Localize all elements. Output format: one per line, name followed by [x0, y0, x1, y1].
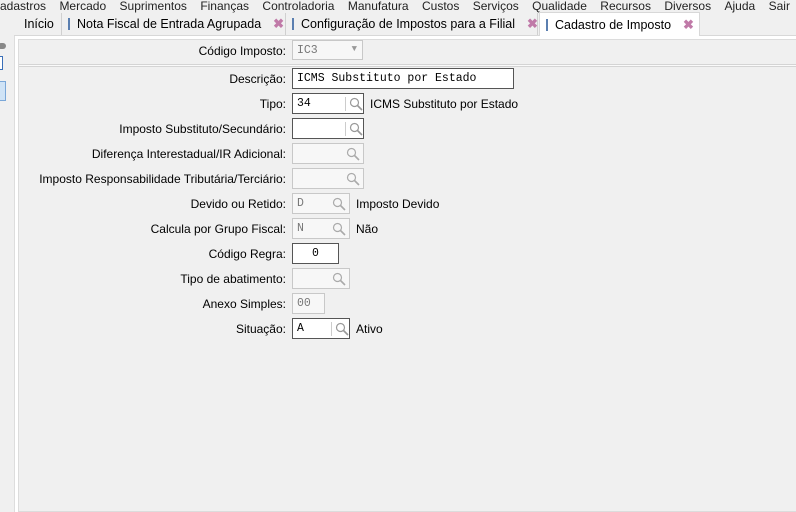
descricao-label: Descrição: [229, 72, 286, 86]
anexo-label: Anexo Simples: [202, 297, 286, 311]
menu-qualidade[interactable]: Qualidade [532, 0, 587, 12]
codigo-value: IC3 [297, 44, 318, 57]
abatimento-label: Tipo de abatimento: [180, 272, 286, 286]
tab-cadastro-imposto[interactable]: Cadastro de Imposto ✖ [539, 12, 700, 36]
search-icon[interactable] [346, 172, 360, 186]
codigo-regra-input[interactable]: 0 [292, 243, 339, 264]
menu-suprimentos[interactable]: Suprimentos [120, 0, 187, 12]
anexo-simples-input[interactable]: 00 [292, 293, 325, 314]
tipo-input[interactable]: 34 [292, 93, 364, 114]
menu-bar: adastros Mercado Suprimentos Finanças Contro… [0, 0, 790, 12]
search-icon[interactable] [331, 322, 349, 336]
situacao-description: Ativo [356, 322, 383, 336]
search-icon[interactable] [345, 97, 363, 111]
diferenca-label: Diferença Interestadual/IR Adicional: [91, 147, 286, 161]
row-diferenca: Diferença Interestadual/IR Adicional: [0, 143, 796, 165]
form-icon [68, 18, 70, 30]
menu-controladoria[interactable]: Controladoria [262, 0, 334, 12]
row-calcula: Calcula por Grupo Fiscal: N Não [0, 218, 796, 240]
devido-input[interactable]: D [292, 193, 350, 214]
row-devido: Devido ou Retido: D Imposto Devido [0, 193, 796, 215]
row-regra: Código Regra: 0 [0, 243, 796, 265]
regra-label: Código Regra: [208, 247, 286, 261]
devido-label: Devido ou Retido: [190, 197, 286, 211]
abatimento-input[interactable] [292, 268, 350, 289]
menu-diversos[interactable]: Diversos [664, 0, 711, 12]
row-substituto: Imposto Substituto/Secundário: [0, 118, 796, 140]
form-icon [546, 18, 548, 31]
descricao-value: ICMS Substituto por Estado [297, 72, 477, 85]
situacao-label: Situação: [235, 322, 286, 336]
responsabilidade-input[interactable] [292, 168, 364, 189]
search-icon[interactable] [345, 122, 363, 136]
row-codigo: Código Imposto: IC3 ▼ [0, 40, 796, 62]
codigo-label: Código Imposto: [198, 44, 286, 58]
row-tipo: Tipo: 34 ICMS Substituto por Estado [0, 93, 796, 115]
menu-mercado[interactable]: Mercado [59, 0, 106, 12]
menu-recursos[interactable]: Recursos [600, 0, 651, 12]
calcula-description: Não [356, 222, 379, 236]
tab-label: Nota Fiscal de Entrada Agrupada [77, 17, 262, 31]
search-icon[interactable] [346, 147, 360, 161]
tab-label: Início [24, 17, 54, 31]
substituto-input[interactable] [292, 118, 364, 139]
calcula-value: N [297, 222, 304, 235]
row-responsabilidade: Imposto Responsabilidade Tributária/Terc… [0, 168, 796, 190]
tab-configuracao-impostos[interactable]: Configuração de Impostos para a Filial ✖ [286, 13, 538, 35]
search-icon[interactable] [332, 222, 346, 236]
menu-cadastros[interactable]: adastros [0, 0, 46, 12]
substituto-label: Imposto Substituto/Secundário: [119, 122, 286, 136]
regra-value: 0 [312, 247, 319, 260]
menu-sair[interactable]: Sair [769, 0, 790, 12]
tab-nota-fiscal[interactable]: Nota Fiscal de Entrada Agrupada ✖ [62, 13, 286, 35]
tipo-description: ICMS Substituto por Estado [370, 97, 519, 111]
dropdown-arrow-icon: ▼ [351, 44, 357, 54]
devido-description: Imposto Devido [356, 197, 440, 211]
row-situacao: Situação: A Ativo [0, 318, 796, 340]
codigo-imposto-select[interactable]: IC3 ▼ [292, 40, 363, 60]
form-icon [292, 18, 294, 30]
menu-custos[interactable]: Custos [422, 0, 459, 12]
close-icon[interactable]: ✖ [527, 16, 538, 32]
menu-servicos[interactable]: Serviços [473, 0, 519, 12]
situacao-value: A [297, 322, 304, 335]
search-icon[interactable] [332, 197, 346, 211]
anexo-value: 00 [297, 297, 311, 310]
descricao-input[interactable]: ICMS Substituto por Estado [292, 68, 514, 89]
close-icon[interactable]: ✖ [273, 16, 284, 32]
search-icon[interactable] [332, 272, 346, 286]
calcula-input[interactable]: N [292, 218, 350, 239]
tipo-value: 34 [297, 97, 311, 110]
responsabilidade-label: Imposto Responsabilidade Tributária/Terc… [39, 172, 286, 186]
diferenca-input[interactable] [292, 143, 364, 164]
row-descricao: Descrição: ICMS Substituto por Estado [0, 68, 796, 90]
tab-bar: Início Nota Fiscal de Entrada Agrupada ✖ … [14, 12, 796, 36]
tipo-label: Tipo: [259, 97, 286, 111]
calcula-label: Calcula por Grupo Fiscal: [150, 222, 286, 236]
close-icon[interactable]: ✖ [683, 17, 694, 33]
menu-financas[interactable]: Finanças [200, 0, 249, 12]
menu-ajuda[interactable]: Ajuda [724, 0, 755, 12]
situacao-input[interactable]: A [292, 318, 350, 339]
tab-label: Cadastro de Imposto [555, 17, 672, 32]
tab-label: Configuração de Impostos para a Filial [301, 17, 516, 31]
row-anexo: Anexo Simples: 00 [0, 293, 796, 315]
header-divider [19, 64, 796, 67]
row-abatimento: Tipo de abatimento: [0, 268, 796, 290]
devido-value: D [297, 197, 304, 210]
menu-manufatura[interactable]: Manufatura [348, 0, 409, 12]
tab-inicio[interactable]: Início [14, 13, 62, 35]
